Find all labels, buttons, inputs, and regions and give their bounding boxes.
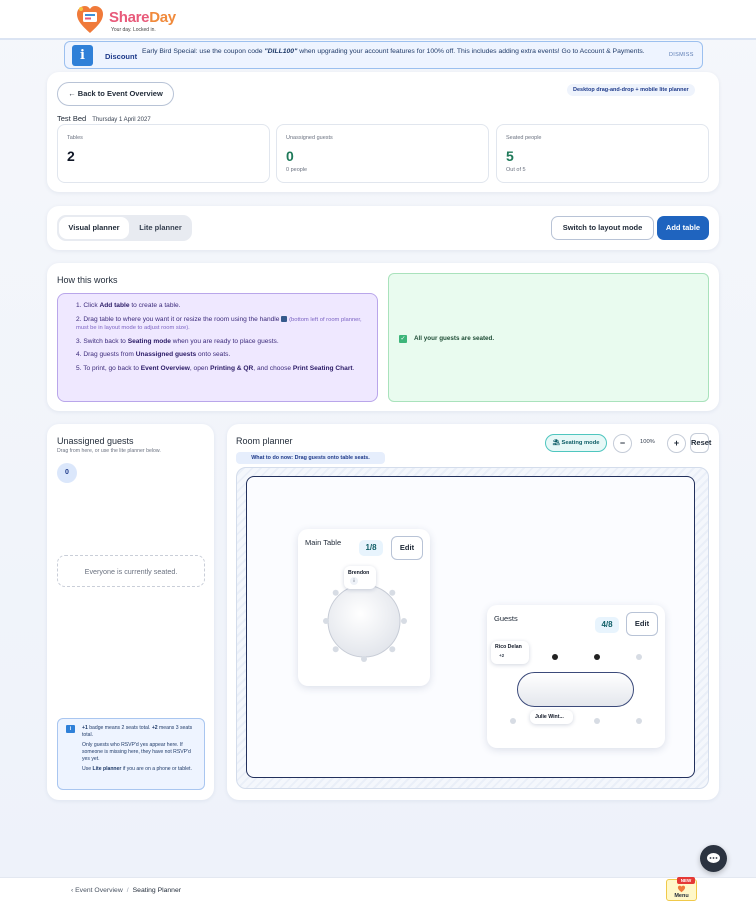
banner-text: Early Bird Special: use the coupon code … bbox=[142, 48, 645, 55]
planner-toggle: Visual planner Lite planner bbox=[57, 215, 192, 241]
top-bar: ShareDay Your day. Locked in. bbox=[0, 0, 756, 40]
all-seated-message: All your guests are seated. bbox=[414, 335, 495, 342]
unassigned-title: Unassigned guests bbox=[57, 436, 134, 446]
switch-to-layout-mode-button[interactable]: Switch to layout mode bbox=[551, 216, 654, 240]
zoom-level: 100% bbox=[640, 439, 655, 445]
seat bbox=[636, 718, 642, 724]
info-icon: i bbox=[66, 725, 75, 733]
zoom-in-button[interactable]: + bbox=[667, 434, 686, 453]
info-icon: i bbox=[72, 45, 93, 66]
seating-mode-button[interactable]: ⛱ Seating mode bbox=[545, 434, 607, 452]
dismiss-button[interactable]: DISMISS bbox=[669, 52, 694, 58]
seated-guest-chip[interactable]: Julie Wint... bbox=[530, 710, 573, 724]
chat-button[interactable] bbox=[700, 845, 727, 872]
table-name: Guests bbox=[494, 614, 518, 623]
stat-seated: Seated people 5 Out of 5 bbox=[496, 124, 709, 183]
edit-table-button[interactable]: Edit bbox=[626, 612, 658, 636]
logo[interactable]: ShareDay Your day. Locked in. bbox=[75, 3, 176, 37]
seat bbox=[389, 646, 396, 653]
what-to-do-hint: What to do now: Drag guests onto table s… bbox=[236, 452, 385, 464]
menu-label: Menu bbox=[674, 893, 689, 899]
seat bbox=[389, 589, 396, 596]
check-icon: ✓ bbox=[399, 335, 407, 343]
stat-unassigned: Unassigned guests 0 0 people bbox=[276, 124, 489, 183]
stat-tables: Tables 2 bbox=[57, 124, 270, 183]
chat-icon bbox=[707, 853, 720, 863]
instruction-step: 4. Drag guests from Unassigned guests on… bbox=[76, 351, 231, 358]
banner-label: Discount bbox=[105, 52, 138, 61]
unassigned-count-badge: 0 bbox=[57, 463, 77, 483]
planner-mode-tag: Desktop drag-and-drop + mobile lite plan… bbox=[567, 84, 695, 96]
room-planner-title: Room planner bbox=[236, 436, 293, 446]
guest-badge: +2 bbox=[499, 653, 505, 658]
add-table-button[interactable]: Add table bbox=[657, 216, 709, 240]
seat bbox=[594, 718, 600, 724]
instruction-step: 5. To print, go back to Event Overview, … bbox=[76, 364, 355, 372]
seated-guest-chip[interactable]: Rico Delan +2 bbox=[491, 641, 529, 664]
table-name: Main Table bbox=[305, 538, 342, 547]
seat bbox=[323, 618, 329, 624]
seat bbox=[401, 618, 407, 624]
rectangular-table[interactable] bbox=[517, 672, 634, 707]
breadcrumb: ‹ Event Overview / Seating Planner bbox=[71, 887, 182, 894]
seat-occupied bbox=[594, 654, 600, 660]
table-seat-count: 1/8 bbox=[359, 540, 383, 556]
resize-handle-icon bbox=[281, 315, 288, 322]
all-seated-status: ✓ All your guests are seated. bbox=[388, 273, 709, 402]
seat bbox=[510, 718, 516, 724]
seat bbox=[636, 654, 642, 660]
menu-logo-icon bbox=[677, 885, 686, 893]
brand-tagline: Your day. Locked in. bbox=[111, 27, 156, 33]
stat-value: 5 bbox=[506, 148, 514, 164]
seat bbox=[361, 656, 367, 662]
how-title: How this works bbox=[57, 275, 118, 285]
seated-guest-chip[interactable]: Brendon i bbox=[344, 566, 376, 589]
zoom-out-button[interactable]: − bbox=[613, 434, 632, 453]
tab-lite-planner[interactable]: Lite planner bbox=[131, 217, 190, 239]
back-to-event-overview-button[interactable]: ← Back to Event Overview bbox=[57, 82, 174, 106]
discount-banner: i Discount Early Bird Special: use the c… bbox=[64, 41, 703, 69]
breadcrumb-current: Seating Planner bbox=[132, 887, 182, 894]
tab-visual-planner[interactable]: Visual planner bbox=[59, 217, 129, 239]
instruction-step: 2. Drag table to where you want it or re… bbox=[76, 315, 362, 332]
unassigned-help-note: i +1 badge means 2 seats total. +2 means… bbox=[57, 718, 205, 790]
menu-button[interactable]: NEW Menu bbox=[666, 877, 697, 901]
guest-badge: i bbox=[350, 577, 358, 585]
instruction-step: 3. Switch back to Seating mode when you … bbox=[76, 337, 279, 345]
stat-value: 2 bbox=[67, 148, 75, 164]
event-name: Test Bed Thursday 1 April 2027 bbox=[57, 114, 151, 123]
logo-mark-icon bbox=[77, 6, 103, 33]
unassigned-subtitle: Drag from here, or use the lite planner … bbox=[57, 448, 161, 454]
seat-occupied bbox=[552, 654, 558, 660]
instruction-step: 1. Click Add table to create a table. bbox=[76, 302, 181, 309]
edit-table-button[interactable]: Edit bbox=[391, 536, 423, 560]
stat-value: 0 bbox=[286, 148, 294, 164]
seat bbox=[332, 646, 339, 653]
event-date: Thursday 1 April 2027 bbox=[92, 117, 151, 123]
table-seat-count: 4/8 bbox=[595, 617, 619, 633]
new-badge: NEW bbox=[677, 877, 695, 884]
seat bbox=[332, 589, 339, 596]
unassigned-empty-dropzone[interactable]: Everyone is currently seated. bbox=[57, 555, 205, 587]
instructions-box: 1. Click Add table to create a table. 2.… bbox=[57, 293, 378, 402]
reset-button[interactable]: Reset bbox=[690, 433, 711, 453]
breadcrumb-event-overview[interactable]: ‹ Event Overview bbox=[71, 887, 123, 894]
brand-name: ShareDay bbox=[109, 9, 176, 26]
